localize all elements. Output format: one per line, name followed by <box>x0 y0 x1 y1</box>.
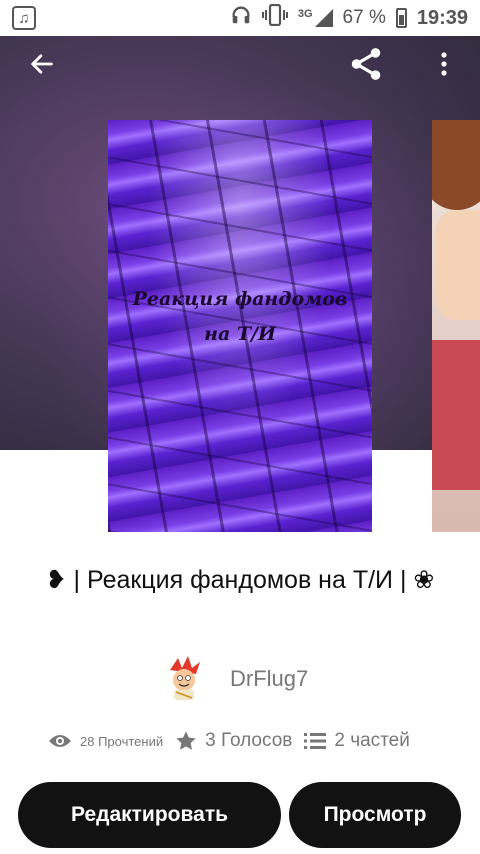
back-button[interactable] <box>22 44 62 84</box>
next-story-cover[interactable] <box>432 120 480 532</box>
headphones-icon <box>230 4 252 32</box>
share-icon <box>351 48 381 80</box>
vibrate-icon <box>261 3 288 32</box>
cover-title-line1: Реакция фандомов <box>132 288 348 310</box>
status-icons: 3G 67 % 19:39 <box>230 0 468 36</box>
parts-stat: 2 частей <box>304 730 410 752</box>
edit-button[interactable]: Редактировать <box>18 782 281 848</box>
network-type: 3G <box>297 8 313 20</box>
signal-icon <box>314 9 333 27</box>
status-bar: ♫ 3G 67 % 19:39 <box>0 0 480 36</box>
votes-count: 3 Голосов <box>205 730 293 751</box>
cover-illustration-shirt <box>432 340 480 490</box>
music-note-icon: ♫ <box>12 6 36 30</box>
view-button[interactable]: Просмотр <box>289 782 461 848</box>
reads-stat: 28 Прочтений <box>48 733 163 749</box>
cover-title-line2: на Т/И <box>204 323 276 345</box>
story-stats: 28 Прочтений 3 Голосов 2 частей <box>48 730 422 752</box>
avatar <box>164 656 204 702</box>
story-cover[interactable]: Реакция фандомов на Т/И <box>108 120 372 532</box>
battery-icon <box>395 8 407 28</box>
story-title: ❥ | Реакция фандомов на Т/И | ❀ <box>45 566 435 594</box>
more-vert-icon <box>441 52 447 76</box>
cover-illustration-face <box>436 210 480 320</box>
more-options-button[interactable] <box>424 44 464 84</box>
author-row[interactable]: DrFlug7 <box>164 656 308 702</box>
cover-illustration-hair <box>432 120 480 210</box>
clock: 19:39 <box>416 6 468 29</box>
eye-icon <box>49 735 71 747</box>
votes-stat: 3 Голосов <box>175 730 292 752</box>
star-icon <box>176 731 196 750</box>
list-icon <box>304 733 327 749</box>
back-arrow-icon <box>31 54 53 74</box>
share-button[interactable] <box>346 44 386 84</box>
author-name[interactable]: DrFlug7 <box>230 666 308 692</box>
reads-count: 28 Прочтений <box>80 733 164 749</box>
battery-percent: 67 % <box>342 7 386 28</box>
parts-count: 2 частей <box>334 730 410 751</box>
